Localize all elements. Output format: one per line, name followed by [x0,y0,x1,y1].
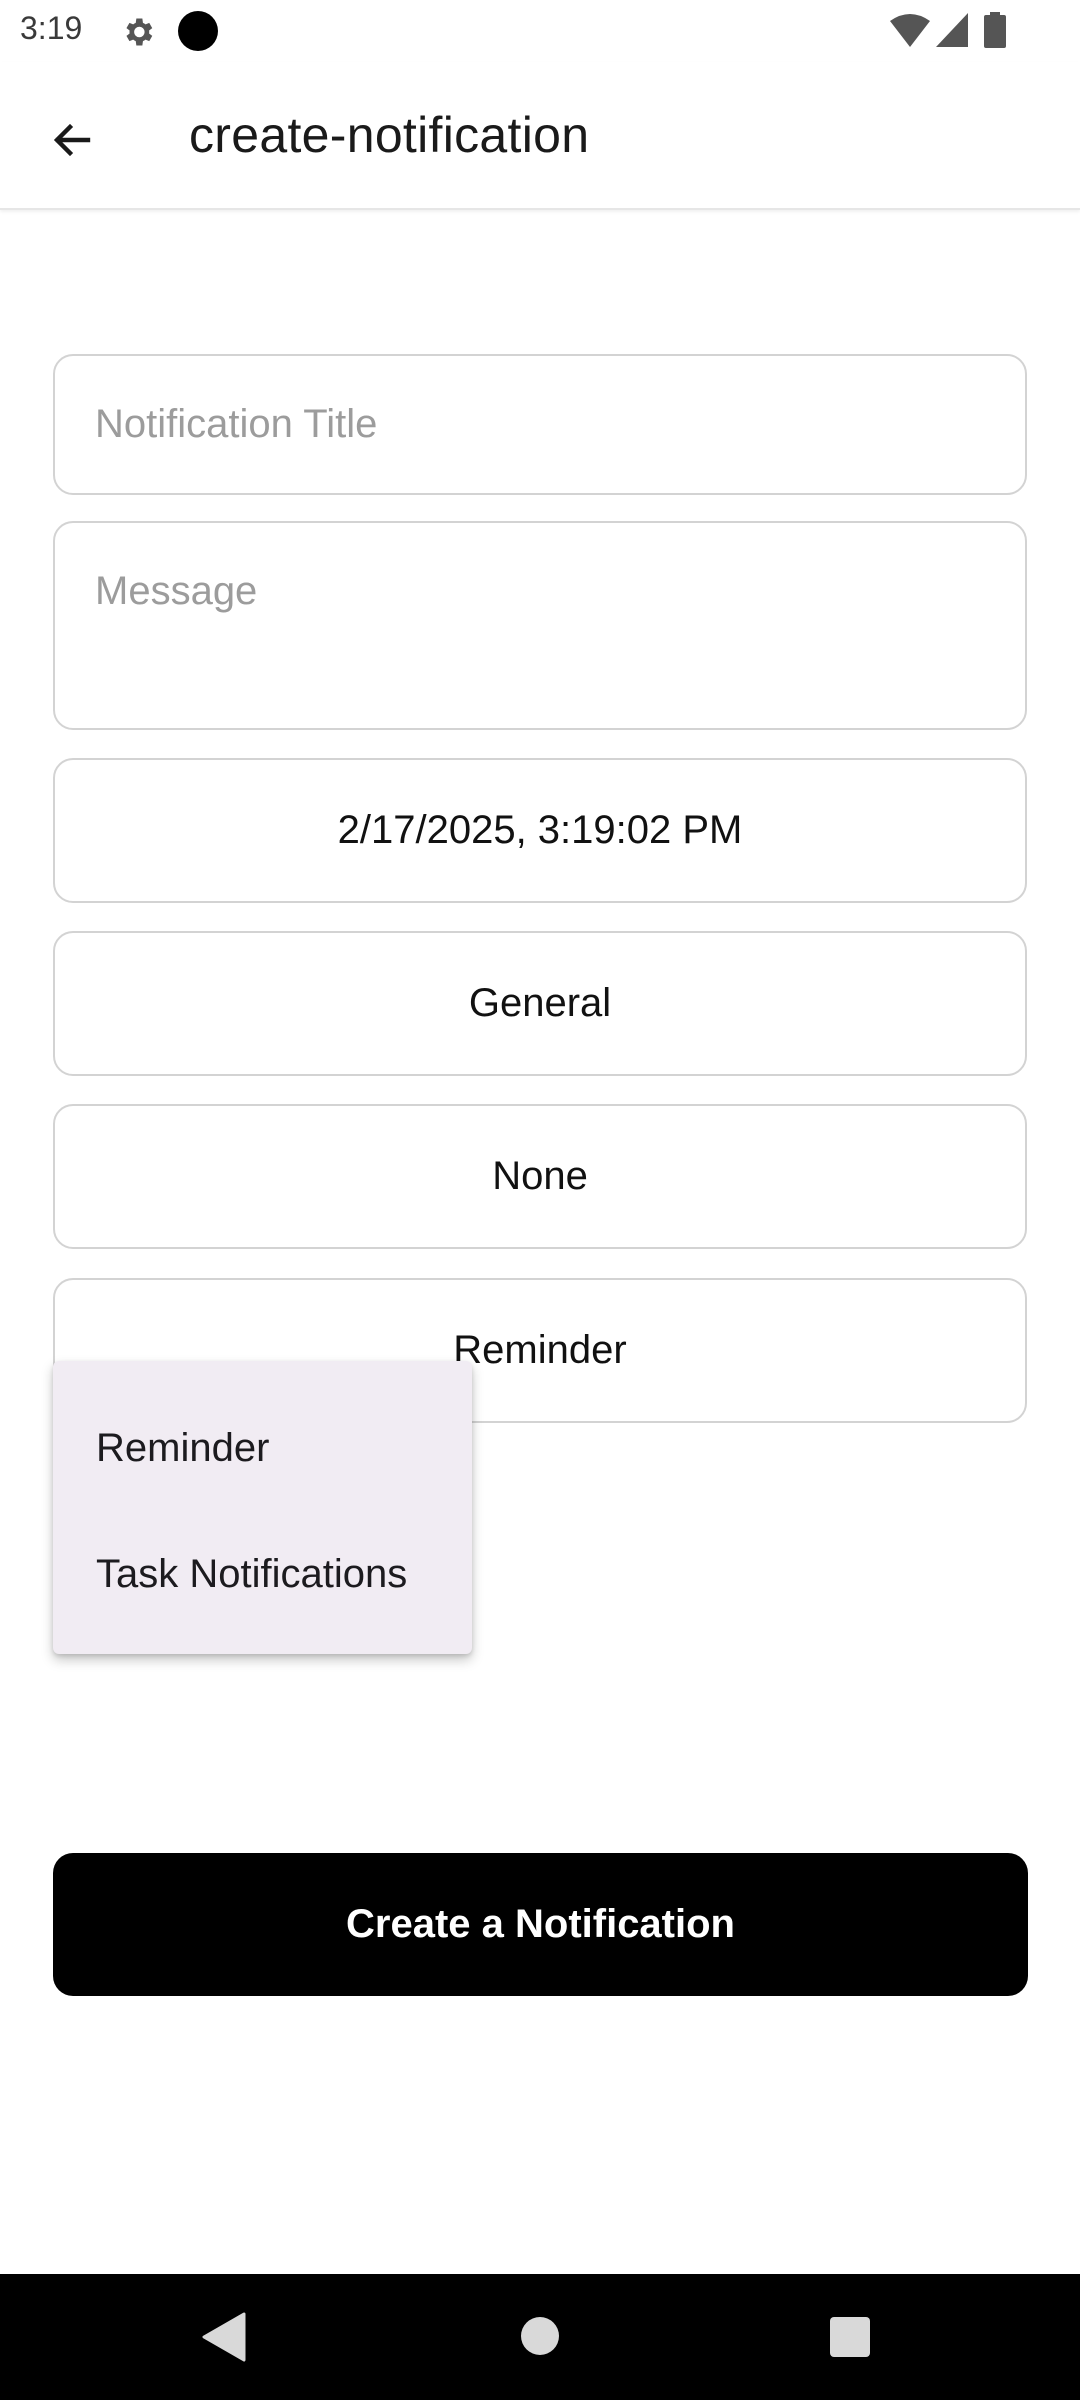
nav-recents-icon[interactable] [830,2317,870,2357]
page-title: create-notification [189,107,590,163]
app-bar: create-notification [0,62,1080,210]
status-time: 3:19 [20,10,83,46]
nav-home-icon[interactable] [521,2317,559,2355]
notification-type-value: Reminder [453,1328,627,1372]
datetime-picker-button[interactable]: 2/17/2025, 3:19:02 PM [53,758,1027,903]
create-notification-button[interactable]: Create a Notification [53,1853,1028,1996]
arrow-left-icon [53,123,91,157]
category-select[interactable]: General [53,931,1027,1076]
system-navigation-bar [0,2274,1080,2400]
settings-gear-icon [126,18,153,46]
notification-type-dropdown-menu: Reminder Task Notifications [53,1361,472,1654]
category-value: General [468,981,612,1025]
notification-title-field[interactable] [53,354,1027,495]
repeat-select[interactable]: None [53,1104,1027,1249]
signal-icon [936,13,968,47]
notification-title-input[interactable] [55,356,1025,493]
dropdown-option-task-notifications[interactable]: Task Notifications [53,1511,472,1637]
status-bar: 3:19 [0,0,1080,62]
dropdown-option-reminder[interactable]: Reminder [53,1385,472,1511]
message-field[interactable] [53,521,1027,730]
repeat-value: None [492,1154,588,1198]
back-button[interactable] [30,98,114,182]
message-input[interactable] [55,523,1025,728]
battery-icon [984,12,1006,48]
camera-dot-icon [178,11,218,51]
datetime-value: 2/17/2025, 3:19:02 PM [337,808,743,852]
create-notification-screen: 3:19 create-notification 2/17 [0,0,1080,2400]
wifi-icon [890,14,930,47]
nav-back-icon[interactable] [200,2312,246,2362]
